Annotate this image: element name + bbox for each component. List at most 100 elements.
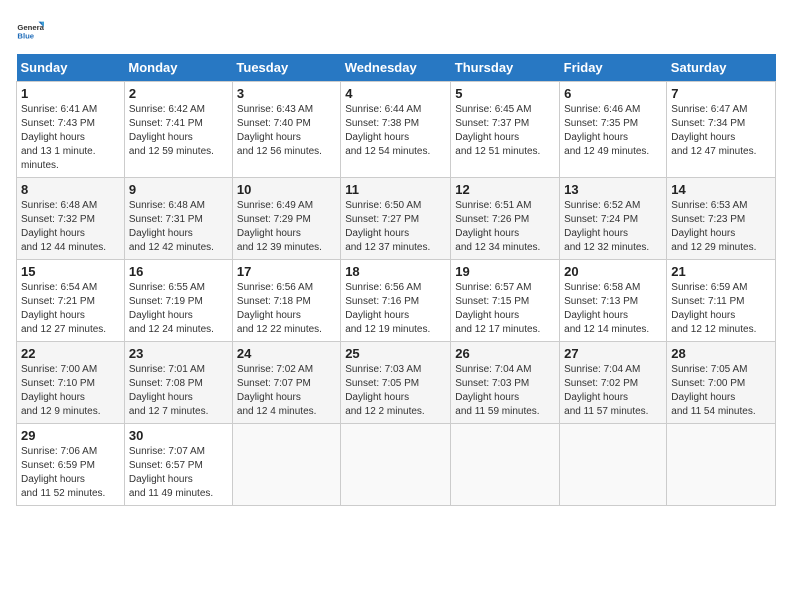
day-info: Sunrise: 7:06 AM Sunset: 6:59 PM Dayligh… [21, 445, 120, 501]
day-info: Sunrise: 6:50 AM Sunset: 7:27 PM Dayligh… [345, 199, 446, 255]
day-number: 9 [129, 182, 228, 197]
calendar-cell: 12 Sunrise: 6:51 AM Sunset: 7:26 PM Dayl… [451, 178, 560, 260]
calendar-cell: 18 Sunrise: 6:56 AM Sunset: 7:16 PM Dayl… [341, 260, 451, 342]
col-header-friday: Friday [560, 54, 667, 82]
day-info: Sunrise: 6:58 AM Sunset: 7:13 PM Dayligh… [564, 281, 662, 337]
svg-text:Blue: Blue [17, 31, 34, 40]
calendar-cell: 19 Sunrise: 6:57 AM Sunset: 7:15 PM Dayl… [451, 260, 560, 342]
day-number: 24 [237, 346, 336, 361]
calendar-week-4: 22 Sunrise: 7:00 AM Sunset: 7:10 PM Dayl… [17, 342, 776, 424]
logo-icon: General Blue [16, 16, 44, 44]
day-number: 14 [671, 182, 771, 197]
day-number: 4 [345, 86, 446, 101]
day-number: 28 [671, 346, 771, 361]
day-number: 30 [129, 428, 228, 443]
calendar-cell [341, 424, 451, 506]
calendar-cell: 28 Sunrise: 7:05 AM Sunset: 7:00 PM Dayl… [667, 342, 776, 424]
calendar-cell [560, 424, 667, 506]
day-info: Sunrise: 6:48 AM Sunset: 7:32 PM Dayligh… [21, 199, 120, 255]
calendar-header: SundayMondayTuesdayWednesdayThursdayFrid… [17, 54, 776, 82]
calendar-cell: 2 Sunrise: 6:42 AM Sunset: 7:41 PM Dayli… [124, 82, 232, 178]
day-number: 12 [455, 182, 555, 197]
day-info: Sunrise: 6:57 AM Sunset: 7:15 PM Dayligh… [455, 281, 555, 337]
day-info: Sunrise: 6:47 AM Sunset: 7:34 PM Dayligh… [671, 103, 771, 159]
day-number: 3 [237, 86, 336, 101]
day-number: 22 [21, 346, 120, 361]
calendar-cell: 17 Sunrise: 6:56 AM Sunset: 7:18 PM Dayl… [232, 260, 340, 342]
calendar-cell: 22 Sunrise: 7:00 AM Sunset: 7:10 PM Dayl… [17, 342, 125, 424]
day-info: Sunrise: 7:07 AM Sunset: 6:57 PM Dayligh… [129, 445, 228, 501]
day-number: 6 [564, 86, 662, 101]
col-header-saturday: Saturday [667, 54, 776, 82]
calendar-week-5: 29 Sunrise: 7:06 AM Sunset: 6:59 PM Dayl… [17, 424, 776, 506]
day-number: 18 [345, 264, 446, 279]
calendar-cell: 15 Sunrise: 6:54 AM Sunset: 7:21 PM Dayl… [17, 260, 125, 342]
calendar-cell [667, 424, 776, 506]
day-number: 17 [237, 264, 336, 279]
day-number: 27 [564, 346, 662, 361]
calendar-cell: 11 Sunrise: 6:50 AM Sunset: 7:27 PM Dayl… [341, 178, 451, 260]
calendar-cell [232, 424, 340, 506]
svg-text:General: General [17, 23, 44, 32]
day-number: 5 [455, 86, 555, 101]
col-header-sunday: Sunday [17, 54, 125, 82]
day-info: Sunrise: 6:55 AM Sunset: 7:19 PM Dayligh… [129, 281, 228, 337]
calendar-cell: 8 Sunrise: 6:48 AM Sunset: 7:32 PM Dayli… [17, 178, 125, 260]
calendar-cell: 16 Sunrise: 6:55 AM Sunset: 7:19 PM Dayl… [124, 260, 232, 342]
day-info: Sunrise: 6:51 AM Sunset: 7:26 PM Dayligh… [455, 199, 555, 255]
day-number: 1 [21, 86, 120, 101]
day-info: Sunrise: 6:52 AM Sunset: 7:24 PM Dayligh… [564, 199, 662, 255]
day-number: 10 [237, 182, 336, 197]
calendar-cell: 4 Sunrise: 6:44 AM Sunset: 7:38 PM Dayli… [341, 82, 451, 178]
day-number: 21 [671, 264, 771, 279]
calendar-cell: 25 Sunrise: 7:03 AM Sunset: 7:05 PM Dayl… [341, 342, 451, 424]
day-info: Sunrise: 7:04 AM Sunset: 7:03 PM Dayligh… [455, 363, 555, 419]
col-header-thursday: Thursday [451, 54, 560, 82]
col-header-wednesday: Wednesday [341, 54, 451, 82]
day-info: Sunrise: 7:03 AM Sunset: 7:05 PM Dayligh… [345, 363, 446, 419]
day-number: 26 [455, 346, 555, 361]
day-number: 2 [129, 86, 228, 101]
day-info: Sunrise: 6:44 AM Sunset: 7:38 PM Dayligh… [345, 103, 446, 159]
day-number: 16 [129, 264, 228, 279]
calendar-cell: 10 Sunrise: 6:49 AM Sunset: 7:29 PM Dayl… [232, 178, 340, 260]
day-number: 15 [21, 264, 120, 279]
day-info: Sunrise: 6:49 AM Sunset: 7:29 PM Dayligh… [237, 199, 336, 255]
calendar-cell: 1 Sunrise: 6:41 AM Sunset: 7:43 PM Dayli… [17, 82, 125, 178]
calendar-cell: 29 Sunrise: 7:06 AM Sunset: 6:59 PM Dayl… [17, 424, 125, 506]
day-info: Sunrise: 6:46 AM Sunset: 7:35 PM Dayligh… [564, 103, 662, 159]
day-info: Sunrise: 6:53 AM Sunset: 7:23 PM Dayligh… [671, 199, 771, 255]
day-number: 25 [345, 346, 446, 361]
day-number: 20 [564, 264, 662, 279]
day-number: 13 [564, 182, 662, 197]
day-info: Sunrise: 6:56 AM Sunset: 7:18 PM Dayligh… [237, 281, 336, 337]
logo: General Blue [16, 16, 44, 44]
calendar-cell: 7 Sunrise: 6:47 AM Sunset: 7:34 PM Dayli… [667, 82, 776, 178]
page-header: General Blue [16, 16, 776, 44]
calendar-cell: 13 Sunrise: 6:52 AM Sunset: 7:24 PM Dayl… [560, 178, 667, 260]
calendar-cell: 14 Sunrise: 6:53 AM Sunset: 7:23 PM Dayl… [667, 178, 776, 260]
col-header-monday: Monday [124, 54, 232, 82]
calendar-table: SundayMondayTuesdayWednesdayThursdayFrid… [16, 54, 776, 506]
calendar-cell: 3 Sunrise: 6:43 AM Sunset: 7:40 PM Dayli… [232, 82, 340, 178]
day-info: Sunrise: 6:43 AM Sunset: 7:40 PM Dayligh… [237, 103, 336, 159]
day-info: Sunrise: 6:56 AM Sunset: 7:16 PM Dayligh… [345, 281, 446, 337]
calendar-week-2: 8 Sunrise: 6:48 AM Sunset: 7:32 PM Dayli… [17, 178, 776, 260]
calendar-cell: 20 Sunrise: 6:58 AM Sunset: 7:13 PM Dayl… [560, 260, 667, 342]
day-number: 8 [21, 182, 120, 197]
day-info: Sunrise: 7:02 AM Sunset: 7:07 PM Dayligh… [237, 363, 336, 419]
day-info: Sunrise: 7:01 AM Sunset: 7:08 PM Dayligh… [129, 363, 228, 419]
calendar-cell [451, 424, 560, 506]
col-header-tuesday: Tuesday [232, 54, 340, 82]
day-info: Sunrise: 6:45 AM Sunset: 7:37 PM Dayligh… [455, 103, 555, 159]
calendar-week-3: 15 Sunrise: 6:54 AM Sunset: 7:21 PM Dayl… [17, 260, 776, 342]
day-info: Sunrise: 7:05 AM Sunset: 7:00 PM Dayligh… [671, 363, 771, 419]
day-number: 7 [671, 86, 771, 101]
calendar-cell: 5 Sunrise: 6:45 AM Sunset: 7:37 PM Dayli… [451, 82, 560, 178]
calendar-cell: 30 Sunrise: 7:07 AM Sunset: 6:57 PM Dayl… [124, 424, 232, 506]
calendar-cell: 23 Sunrise: 7:01 AM Sunset: 7:08 PM Dayl… [124, 342, 232, 424]
day-number: 19 [455, 264, 555, 279]
day-info: Sunrise: 6:59 AM Sunset: 7:11 PM Dayligh… [671, 281, 771, 337]
day-info: Sunrise: 6:48 AM Sunset: 7:31 PM Dayligh… [129, 199, 228, 255]
calendar-cell: 27 Sunrise: 7:04 AM Sunset: 7:02 PM Dayl… [560, 342, 667, 424]
